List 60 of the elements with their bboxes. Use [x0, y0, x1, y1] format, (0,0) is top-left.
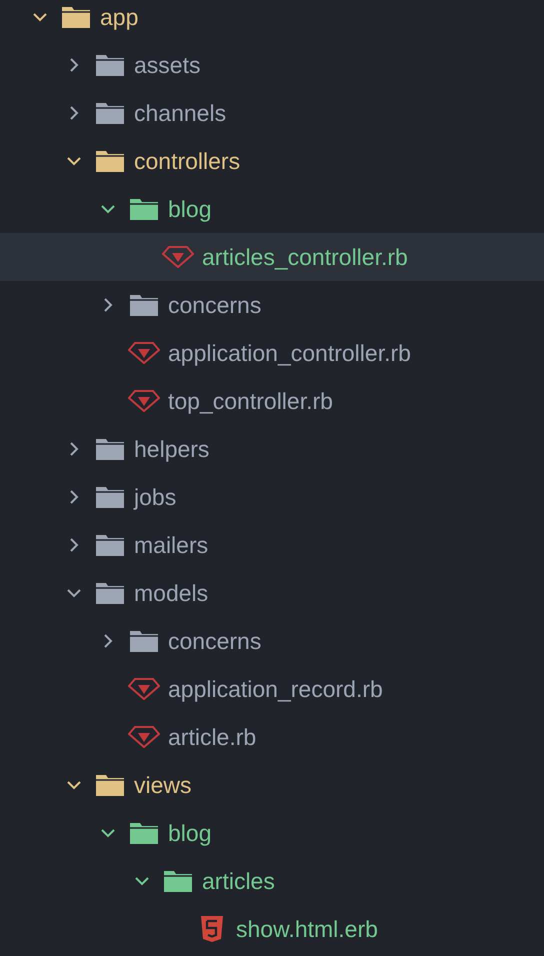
tree-row[interactable]: articles_controller.rb: [0, 233, 544, 281]
folder-icon: [129, 821, 159, 845]
folder-icon: [129, 197, 159, 221]
tree-row[interactable]: channels: [0, 89, 544, 137]
tree-row[interactable]: article.rb: [0, 713, 544, 761]
tree-row[interactable]: application_record.rb: [0, 665, 544, 713]
folder-name: channels: [134, 98, 226, 128]
folder-icon: [95, 149, 125, 173]
folder-icon: [95, 581, 125, 605]
folder-name: concerns: [168, 290, 262, 320]
file-name: application_record.rb: [168, 674, 383, 704]
html5-icon: [200, 915, 224, 943]
tree-row[interactable]: blog: [0, 809, 544, 857]
tree-row[interactable]: show.html.erb: [0, 905, 544, 953]
tree-row[interactable]: assets: [0, 41, 544, 89]
folder-name: mailers: [134, 530, 208, 560]
tree-row[interactable]: blog: [0, 185, 544, 233]
tree-row[interactable]: jobs: [0, 473, 544, 521]
tree-row[interactable]: top_controller.rb: [0, 377, 544, 425]
folder-name: helpers: [134, 434, 210, 464]
tree-row[interactable]: controllers: [0, 137, 544, 185]
gem-icon: [128, 678, 160, 700]
folder-icon: [95, 485, 125, 509]
tree-row[interactable]: concerns: [0, 617, 544, 665]
folder-icon: [95, 773, 125, 797]
folder-name: controllers: [134, 146, 240, 176]
file-name: show.html.erb: [236, 914, 378, 944]
file-name: article.rb: [168, 722, 256, 752]
gem-icon: [128, 726, 160, 748]
folder-icon: [129, 293, 159, 317]
tree-row[interactable]: articles: [0, 857, 544, 905]
file-name: articles_controller.rb: [202, 242, 408, 272]
folder-name: app: [100, 2, 138, 32]
gem-icon: [128, 342, 160, 364]
folder-name: models: [134, 578, 208, 608]
folder-name: assets: [134, 50, 200, 80]
folder-name: views: [134, 770, 192, 800]
folder-name: articles: [202, 866, 275, 896]
tree-row[interactable]: app: [0, 0, 544, 41]
folder-icon: [95, 53, 125, 77]
folder-icon: [61, 5, 91, 29]
tree-row[interactable]: mailers: [0, 521, 544, 569]
folder-name: jobs: [134, 482, 176, 512]
folder-icon: [95, 437, 125, 461]
tree-row[interactable]: models: [0, 569, 544, 617]
gem-icon: [162, 246, 194, 268]
folder-name: concerns: [168, 626, 262, 656]
folder-icon: [95, 101, 125, 125]
file-name: top_controller.rb: [168, 386, 333, 416]
folder-icon: [163, 869, 193, 893]
gem-icon: [128, 390, 160, 412]
file-name: application_controller.rb: [168, 338, 411, 368]
tree-row[interactable]: helpers: [0, 425, 544, 473]
folder-icon: [129, 629, 159, 653]
folder-name: blog: [168, 194, 212, 224]
tree-row[interactable]: concerns: [0, 281, 544, 329]
tree-row[interactable]: application_controller.rb: [0, 329, 544, 377]
folder-name: blog: [168, 818, 212, 848]
tree-row[interactable]: views: [0, 761, 544, 809]
folder-icon: [95, 533, 125, 557]
